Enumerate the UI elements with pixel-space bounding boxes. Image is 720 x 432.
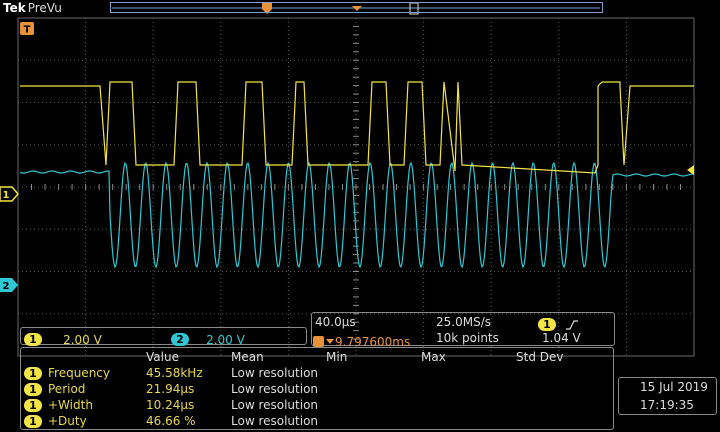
brand-mode: PreVu [27, 1, 62, 15]
channel-scale-panel: 1 2.00 V 2 2.00 V [20, 327, 307, 348]
brand: Tek PreVu [3, 1, 62, 15]
timebase-panel[interactable]: 40.0µs 25.0MS/s 1 9.797600ms 10k points … [311, 312, 615, 349]
measurement-mean: Low resolution [231, 398, 319, 412]
measurement-name: Period [48, 382, 86, 396]
col-header-mean: Mean [231, 350, 264, 364]
measurement-row[interactable]: 1 +Width 10.24µs Low resolution [24, 398, 318, 414]
horizontal-scale: 40.0µs [315, 315, 356, 329]
measurement-value: 46.66 % [146, 414, 196, 428]
trigger-level-arrow-icon[interactable] [687, 165, 694, 175]
brand-vendor: Tek [3, 1, 26, 15]
measurement-channel-badge: 1 [24, 415, 42, 428]
channel-2-scale[interactable]: 2 2.00 V [171, 329, 245, 348]
channel-1-scale-value: 2.00 V [63, 333, 102, 347]
time: 17:19:35 [640, 398, 694, 412]
date: 15 Jul 2019 [640, 380, 708, 394]
measurement-value: 21.94µs [146, 382, 195, 396]
col-header-min: Min [326, 350, 348, 364]
measurement-value: 45.58kHz [146, 366, 203, 380]
measurement-value: 10.24µs [146, 398, 195, 412]
graticule [17, 17, 695, 357]
measurement-row[interactable]: 1 Period 21.94µs Low resolution [24, 382, 318, 398]
measurement-channel-badge: 1 [24, 383, 42, 396]
measurement-channel-badge: 1 [24, 399, 42, 412]
trigger-position-icon [313, 335, 334, 347]
channel-1-scale[interactable]: 1 2.00 V [24, 329, 102, 348]
measurement-name: Frequency [48, 366, 110, 380]
channel-1-badge: 1 [24, 333, 42, 346]
col-header-std-dev: Std Dev [516, 350, 564, 364]
record-length: 10k points [436, 331, 499, 345]
trigger-source-badge: 1 [538, 318, 556, 331]
measurement-mean: Low resolution [231, 382, 319, 396]
measurement-name: +Duty [48, 414, 87, 428]
channel-2-ground-label: 2 [3, 281, 10, 292]
rising-edge-icon [566, 319, 579, 330]
trigger-indicator-label: T [24, 25, 31, 36]
measurement-mean: Low resolution [231, 366, 319, 380]
measurement-mean: Low resolution [231, 414, 319, 428]
date-time-readout: 15 Jul 2019 17:19:35 [618, 377, 717, 415]
col-header-max: Max [421, 350, 446, 364]
measurement-row[interactable]: 1 Frequency 45.58kHz Low resolution [24, 366, 318, 382]
record-view-bar[interactable] [110, 2, 603, 13]
channel-2-badge: 2 [171, 333, 189, 346]
col-header-value: Value [146, 350, 179, 364]
measurement-channel-badge: 1 [24, 367, 42, 380]
trigger-level: 1.04 V [542, 331, 581, 345]
measurement-table[interactable]: Value Mean Min Max Std Dev 1 Frequency 4… [20, 347, 614, 430]
channel-1-ground-label: 1 [3, 190, 10, 201]
measurement-row[interactable]: 1 +Duty 46.66 % Low resolution [24, 414, 318, 430]
measurement-name: +Width [48, 398, 93, 412]
channel-2-scale-value: 2.00 V [206, 333, 245, 347]
sample-rate: 25.0MS/s [436, 315, 491, 329]
